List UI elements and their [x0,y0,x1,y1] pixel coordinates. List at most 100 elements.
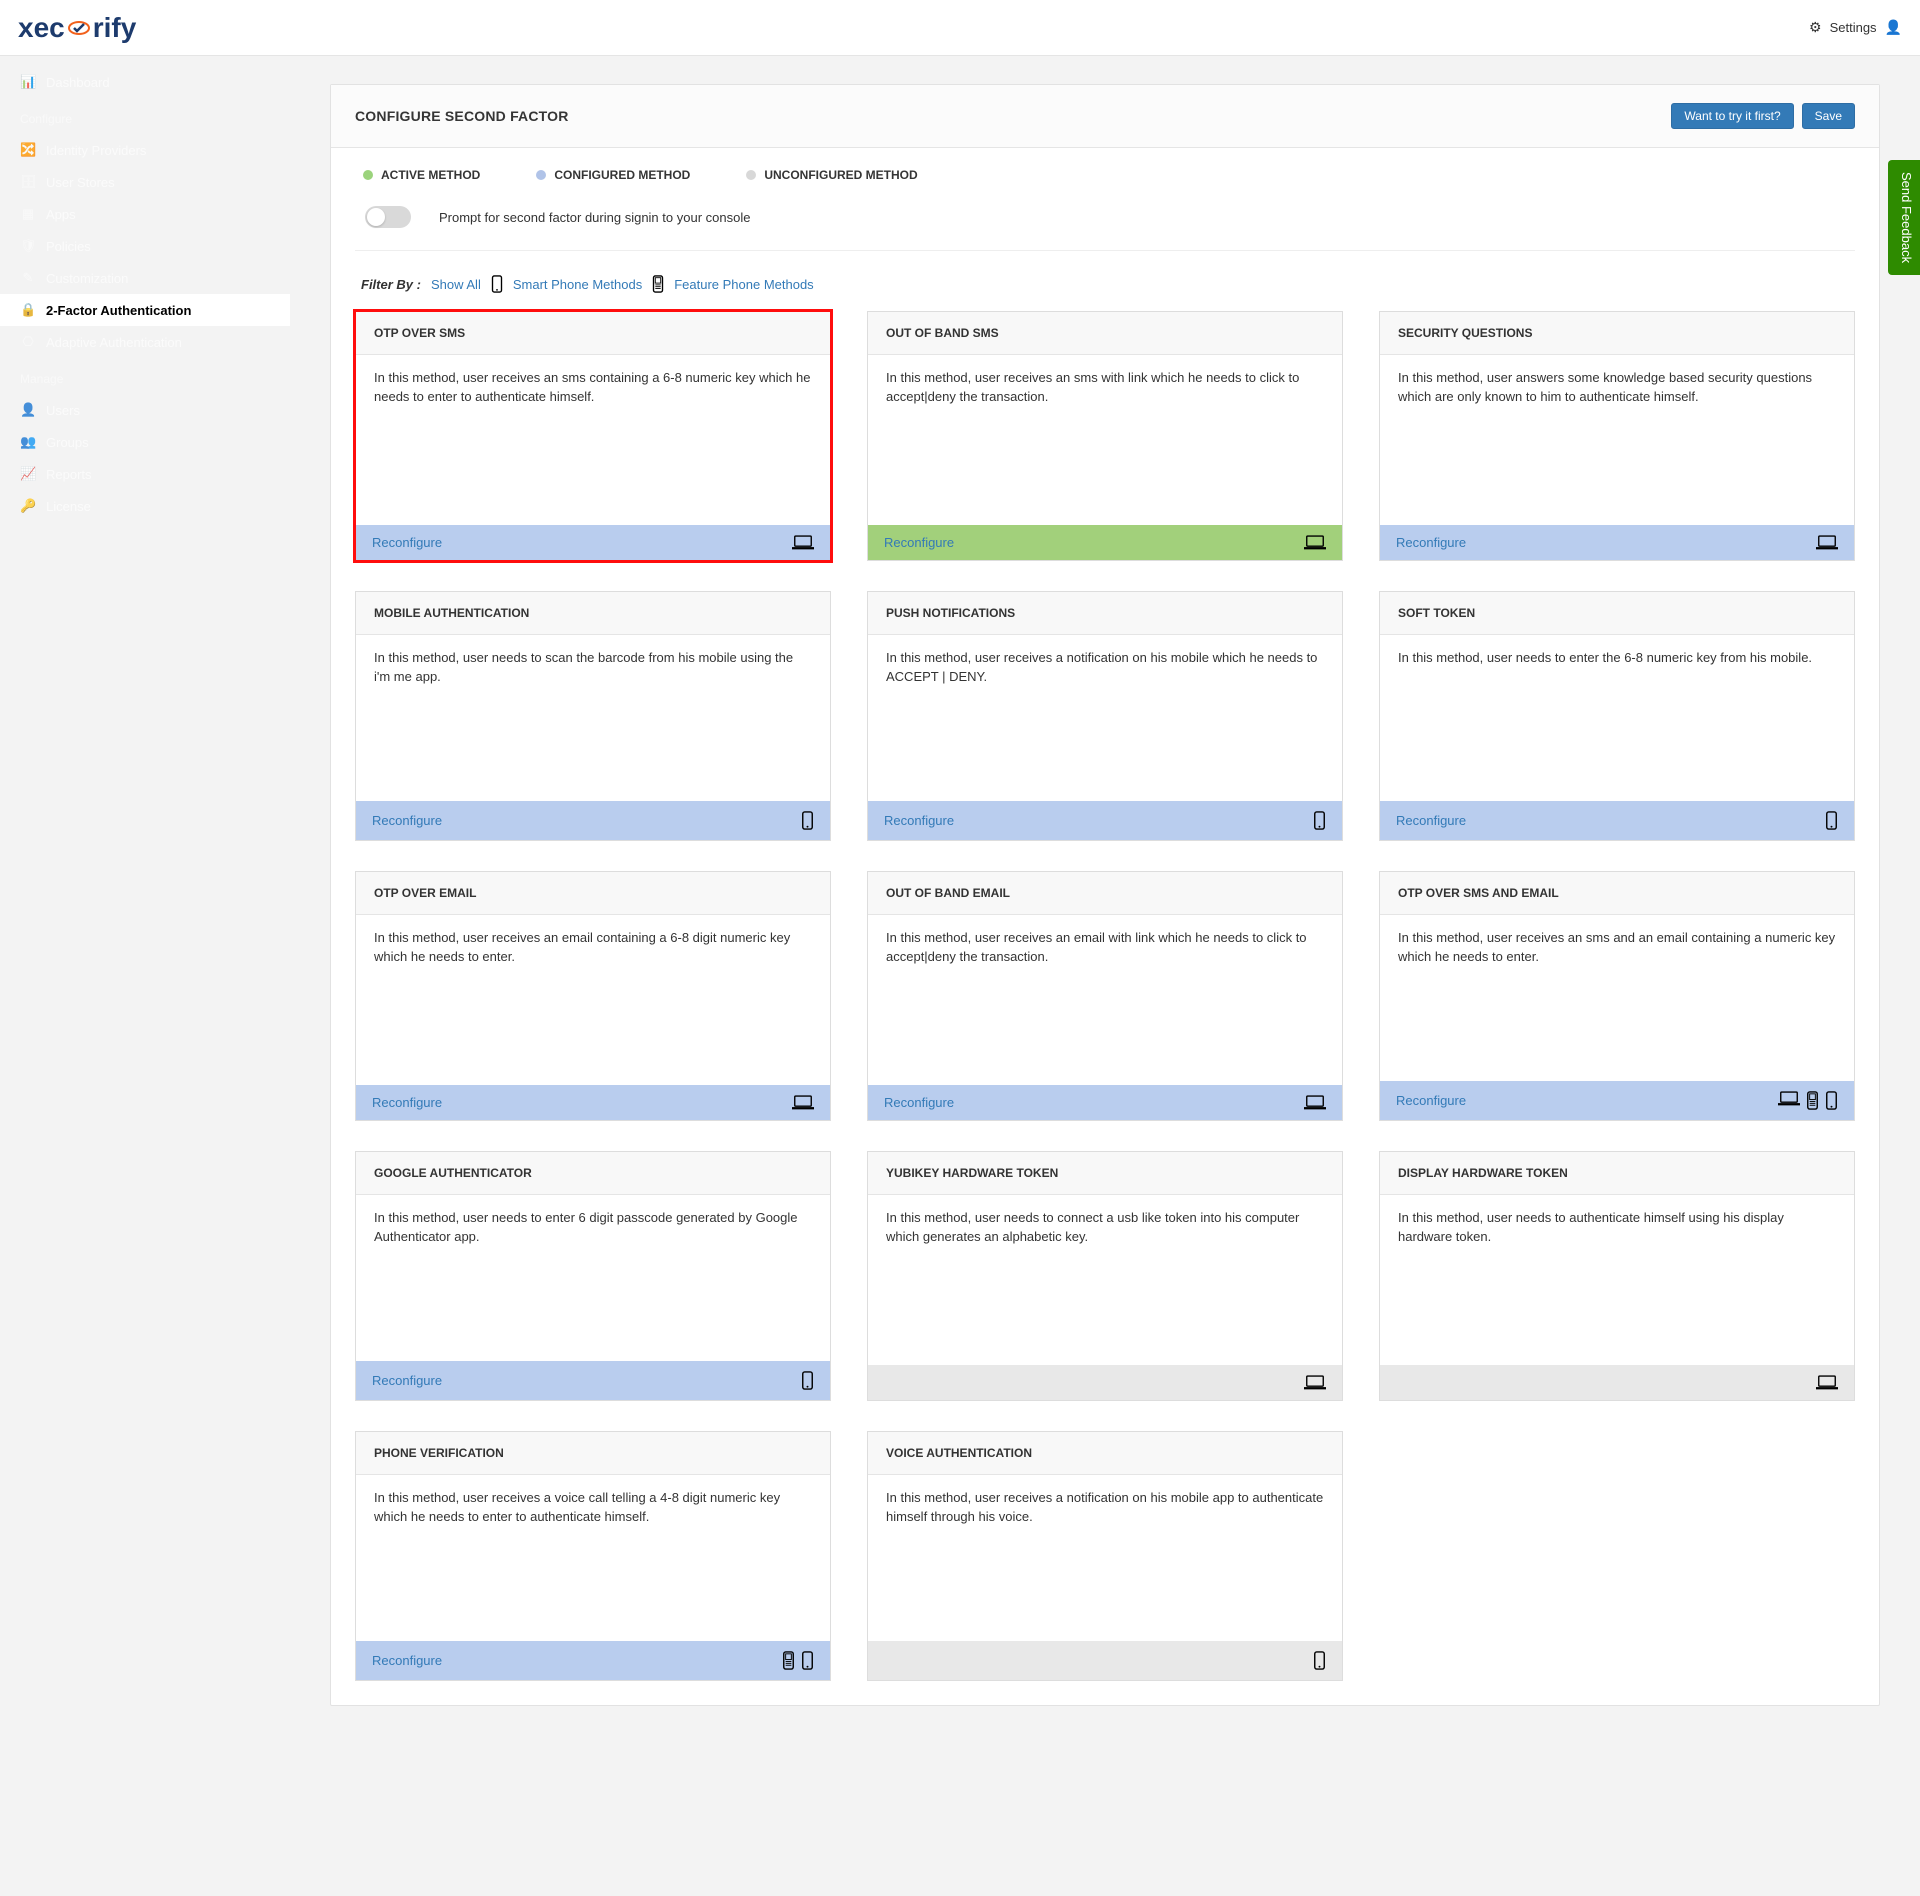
sidebar-item-label: Reports [46,467,92,482]
method-card: OUT OF BAND EMAILIn this method, user re… [867,871,1343,1121]
method-description: In this method, user needs to enter 6 di… [356,1195,830,1361]
save-button[interactable]: Save [1802,103,1855,129]
method-footer: Reconfigure [356,1085,830,1120]
filter-smart[interactable]: Smart Phone Methods [513,277,642,292]
sidebar-item-apps[interactable]: ▦Apps [0,198,290,230]
smartphone-icon [491,275,503,293]
method-footer: Reconfigure [356,525,830,560]
sidebar-icon: 🔀 [20,142,36,158]
sidebar-item-user-stores[interactable]: 🗄User Stores [0,166,290,198]
method-device-icons [792,1095,814,1110]
method-card: SECURITY QUESTIONSIn this method, user a… [1379,311,1855,561]
sidebar-item-label: Apps [46,207,76,222]
method-footer: Reconfigure [1380,525,1854,560]
method-device-icons [1825,811,1838,830]
method-device-icons [1313,1651,1326,1670]
sidebar-item-license[interactable]: 🔑License [0,490,290,522]
try-button[interactable]: Want to try it first? [1671,103,1793,129]
sidebar-item-label: Users [46,403,80,418]
sidebar-item-label: Adaptive Authentication [46,335,182,350]
config-panel: CONFIGURE SECOND FACTOR Want to try it f… [330,84,1880,1706]
method-description: In this method, user receives an email c… [356,915,830,1085]
legend-configured: CONFIGURED METHOD [554,168,690,182]
prompt-toggle[interactable] [365,206,411,228]
sidebar-icon: 📊 [20,74,36,90]
brand-post: rify [93,12,137,44]
method-title: MOBILE AUTHENTICATION [356,592,830,635]
method-footer: Reconfigure [1380,801,1854,840]
method-cards: OTP OVER SMSIn this method, user receive… [355,303,1855,1681]
sidebar-item-dashboard[interactable]: 📊 Dashboard [0,66,290,98]
method-device-icons [1313,811,1326,830]
method-card: GOOGLE AUTHENTICATORIn this method, user… [355,1151,831,1401]
method-footer: Reconfigure [1380,1081,1854,1120]
reconfigure-link[interactable]: Reconfigure [884,1095,954,1110]
method-card: OTP OVER SMSIn this method, user receive… [355,311,831,561]
laptop-icon [1778,1091,1800,1106]
method-title: OTP OVER SMS AND EMAIL [1380,872,1854,915]
legend-row: ACTIVE METHOD CONFIGURED METHOD UNCONFIG… [355,160,1855,196]
sidebar-item-adaptive-authentication[interactable]: ⎔ Adaptive Authentication [0,326,290,358]
sidebar-icon: ✎ [20,270,36,286]
reconfigure-link[interactable]: Reconfigure [372,535,442,550]
gear-icon[interactable]: ⚙ [1809,19,1822,36]
reconfigure-link[interactable]: Reconfigure [1396,1093,1466,1108]
sidebar-item-label: Customization [46,271,128,286]
sidebar-icon: ⎔ [20,334,36,350]
method-card: OTP OVER EMAILIn this method, user recei… [355,871,831,1121]
sidebar-item-2-factor-authentication[interactable]: 🔒2-Factor Authentication [0,294,290,326]
sidebar-item-label: License [46,499,91,514]
reconfigure-link[interactable]: Reconfigure [372,813,442,828]
sidebar-item-identity-providers[interactable]: 🔀Identity Providers [0,134,290,166]
sidebar: 📊DashboardConfigure🔀Identity Providers🗄U… [0,56,290,1896]
method-title: GOOGLE AUTHENTICATOR [356,1152,830,1195]
reconfigure-link[interactable]: Reconfigure [1396,813,1466,828]
sidebar-item-label: Dashboard [46,75,110,90]
method-title: SOFT TOKEN [1380,592,1854,635]
reconfigure-link[interactable]: Reconfigure [884,535,954,550]
method-title: YUBIKEY HARDWARE TOKEN [868,1152,1342,1195]
sidebar-item-customization[interactable]: ✎ Customization [0,262,290,294]
smart-icon [801,1371,814,1390]
method-card: YUBIKEY HARDWARE TOKENIn this method, us… [867,1151,1343,1401]
smart-icon [1825,1091,1838,1110]
method-title: VOICE AUTHENTICATION [868,1432,1342,1475]
sidebar-icon: 🗄 [20,174,36,190]
laptop-icon [792,1095,814,1110]
settings-link[interactable]: Settings [1830,20,1877,35]
method-title: OTP OVER EMAIL [356,872,830,915]
reconfigure-link[interactable]: Reconfigure [372,1373,442,1388]
method-card: OTP OVER SMS AND EMAILIn this method, us… [1379,871,1855,1121]
sidebar-item-policies[interactable]: 🛡Policies [0,230,290,262]
sidebar-item-label: Groups [46,435,89,450]
sidebar-section: Manage [0,364,290,394]
sidebar-item-reports[interactable]: 📈Reports [0,458,290,490]
smart-icon [801,811,814,830]
reconfigure-link[interactable]: Reconfigure [1396,535,1466,550]
method-title: OUT OF BAND EMAIL [868,872,1342,915]
feedback-tab[interactable]: Send Feedback [1888,160,1920,275]
sidebar-item-groups[interactable]: 👥 Groups [0,426,290,458]
method-footer: Reconfigure [868,801,1342,840]
method-footer [1380,1365,1854,1400]
method-device-icons [801,1371,814,1390]
method-title: PHONE VERIFICATION [356,1432,830,1475]
reconfigure-link[interactable]: Reconfigure [372,1653,442,1668]
method-card: PHONE VERIFICATIONIn this method, user r… [355,1431,831,1681]
method-device-icons [1816,535,1838,550]
filter-show-all[interactable]: Show All [431,277,481,292]
reconfigure-link[interactable]: Reconfigure [884,813,954,828]
panel-title: CONFIGURE SECOND FACTOR [355,108,569,124]
reconfigure-link[interactable]: Reconfigure [372,1095,442,1110]
dot-configured-icon [536,170,546,180]
prompt-label: Prompt for second factor during signin t… [439,210,750,225]
laptop-icon [1816,1375,1838,1390]
sidebar-item-users[interactable]: 👤Users [0,394,290,426]
dot-active-icon [363,170,373,180]
user-icon[interactable]: 👤 [1885,19,1902,36]
filter-feature[interactable]: Feature Phone Methods [674,277,813,292]
sidebar-icon: 👥 [20,434,36,450]
laptop-icon [1304,535,1326,550]
filter-row: Filter By : Show All Smart Phone Methods… [355,271,1855,303]
method-card: VOICE AUTHENTICATIONIn this method, user… [867,1431,1343,1681]
